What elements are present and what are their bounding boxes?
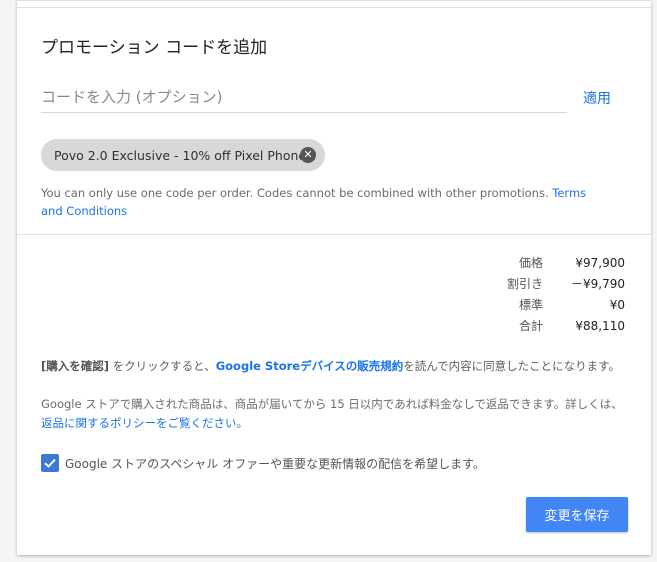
terms-text-2: を読んで内容に同意したことになります。 [403,359,621,373]
price-summary: 価格 ¥97,900 割引き －¥9,790 標準 ¥0 合計 ¥88,110 [425,253,625,337]
return-policy-link[interactable]: 返品に関するポリシーをご覧ください [41,416,237,430]
summary-value: ¥97,900 [575,256,625,270]
summary-value: ¥0 [609,298,625,312]
promo-section: プロモーション コードを追加 適用 Povo 2.0 Exclusive - 1… [17,7,651,235]
check-icon [44,458,56,468]
optin-checkbox[interactable] [41,454,59,472]
promo-code-input[interactable] [41,82,567,113]
sales-terms-link[interactable]: Google Storeデバイスの販売規約 [216,359,404,373]
apply-button[interactable]: 適用 [583,88,611,108]
marketing-optin: Google ストアのスペシャル オファーや重要な更新情報の配信を希望します。 [41,454,485,472]
summary-label: 割引き [506,277,543,291]
applied-promo-label: Povo 2.0 Exclusive - 10% off Pixel Phone… [54,147,313,163]
summary-row-total: 合計 ¥88,110 [425,316,625,337]
return-policy-note: Google ストアで購入された商品は、商品が届いてから 15 日以内であれば料… [41,395,626,433]
applied-promo-chip: Povo 2.0 Exclusive - 10% off Pixel Phone… [41,139,325,171]
remove-promo-icon[interactable]: ✕ [300,147,316,163]
summary-value: －¥9,790 [571,277,625,291]
promo-title: プロモーション コードを追加 [41,38,268,58]
summary-row-discount: 割引き －¥9,790 [425,274,625,295]
terms-text: をクリックすると、 [109,359,216,373]
checkout-card: プロモーション コードを追加 適用 Povo 2.0 Exclusive - 1… [17,0,651,555]
summary-label: 合計 [518,319,543,333]
purchase-terms: [購入を確認] をクリックすると、Google Storeデバイスの販売規約を読… [41,358,620,374]
summary-row-price: 価格 ¥97,900 [425,253,625,274]
optin-label: Google ストアのスペシャル オファーや重要な更新情報の配信を希望します。 [65,456,485,471]
summary-value: ¥88,110 [575,319,625,333]
summary-label: 標準 [518,298,543,312]
save-changes-button[interactable]: 変更を保存 [526,497,628,532]
promo-note-text: You can only use one code per order. Cod… [41,186,553,200]
returns-text: Google ストアで購入された商品は、商品が届いてから 15 日以内であれば料… [41,397,623,411]
summary-row-shipping: 標準 ¥0 [425,295,625,316]
terms-bold-prefix: [購入を確認] [41,359,110,373]
returns-suffix: 。 [236,416,249,430]
summary-label: 価格 [518,256,543,270]
promo-note: You can only use one code per order. Cod… [41,184,601,220]
